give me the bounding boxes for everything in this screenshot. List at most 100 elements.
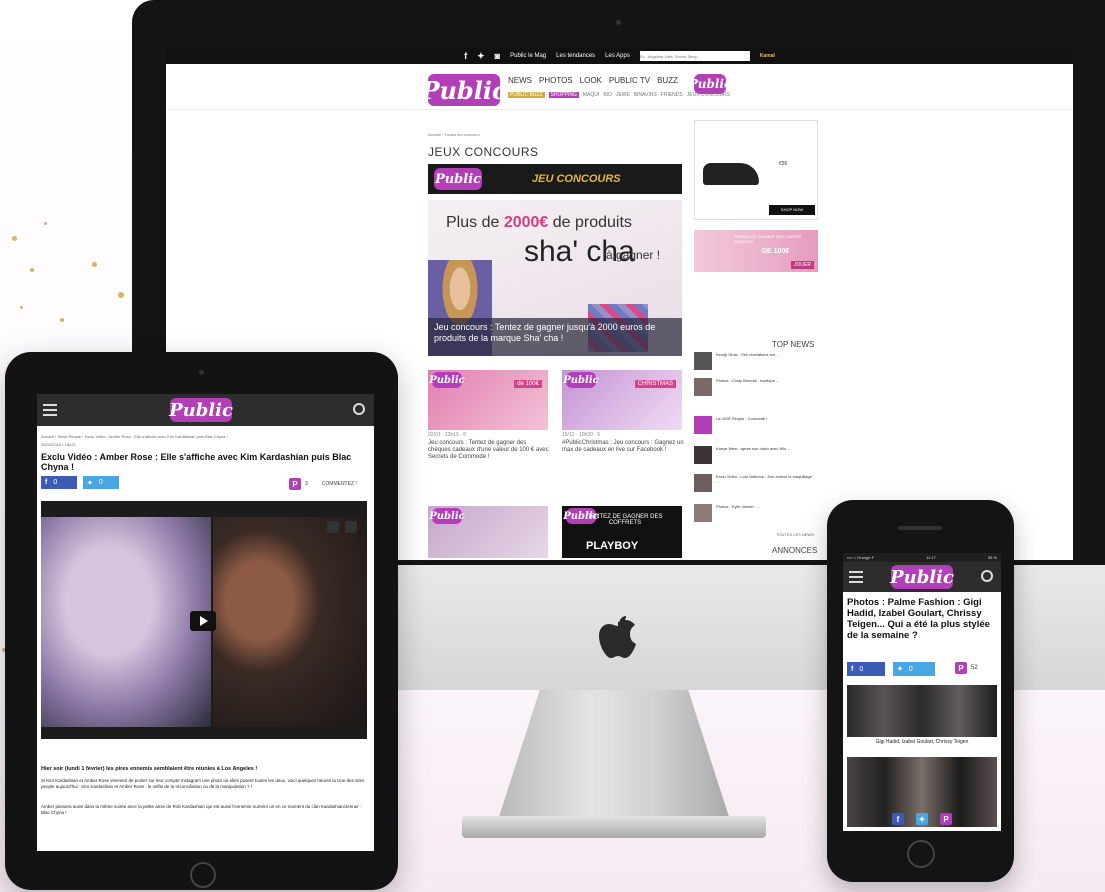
shop-now-button[interactable]: SHOP NOW xyxy=(769,205,815,215)
twitter-icon[interactable]: ✦ xyxy=(477,51,485,62)
subnav-item[interactable]: BINAVINS xyxy=(634,92,657,98)
topbar-link-mag[interactable]: Public le Mag xyxy=(510,53,546,59)
public-logo[interactable]: Public xyxy=(169,398,233,422)
top-news-item[interactable]: Kanye West : après son clash avec Wiz ..… xyxy=(694,446,818,468)
top-news-item[interactable]: Exclu Vidéo : Lolo Vallence : Eve enlève… xyxy=(694,474,818,496)
comments-link[interactable]: P 52 xyxy=(955,662,978,674)
contest-card-playboy[interactable]: Public TENTEZ DE GAGNER DES COFFRETS PLA… xyxy=(562,506,682,558)
top-news-text: Kendji Girac : Ses révélations sur ... xyxy=(716,352,780,357)
jeu-concours-banner[interactable]: Public JEU CONCOURS xyxy=(428,164,682,194)
hamburger-menu-icon[interactable] xyxy=(849,571,863,583)
desktop-search-input[interactable] xyxy=(639,51,750,61)
nav-item-photos[interactable]: PHOTOS xyxy=(539,76,573,85)
subnav-item-buzz[interactable]: PUBLIC BUZZ xyxy=(508,92,545,98)
desktop-header: Public NEWS PHOTOS LOOK PUBLIC TV BUZZ P… xyxy=(166,64,1073,110)
facebook-count: 0 xyxy=(53,479,58,486)
top-news-item[interactable]: Kendji Girac : Ses révélations sur ... xyxy=(694,352,818,374)
facebook-icon[interactable]: f xyxy=(464,51,467,61)
gift-card-ad[interactable]: TENTEZ DE GAGNER DES CARTES CADEAUX DE 1… xyxy=(694,230,818,272)
hero-tagline: à gagner ! xyxy=(606,248,661,262)
ipad-home-button[interactable] xyxy=(190,862,216,888)
public-p-icon[interactable]: P xyxy=(940,813,952,825)
gift-card-label: TENTEZ DE GAGNER DES CARTES CADEAUX xyxy=(734,234,802,244)
apple-logo-icon xyxy=(599,616,636,658)
all-news-link[interactable]: TOUTES LES NEWS xyxy=(776,532,814,537)
banner-text: JEU CONCOURS xyxy=(532,173,621,185)
topbar-promo[interactable]: Kamal xyxy=(760,53,775,59)
hamburger-menu-icon[interactable] xyxy=(43,404,57,416)
playboy-heading: TENTEZ DE GAGNER DES COFFRETS xyxy=(587,514,663,526)
subnav-item[interactable]: MAQUI xyxy=(583,92,599,98)
comments-count: 3 xyxy=(305,481,308,487)
hero-amount: 2000€ xyxy=(503,214,549,231)
phone-screen: •••○○ Orange F 11:17 35 % Public Photos … xyxy=(843,553,1001,831)
gift-card-amount: DE 100€ xyxy=(762,248,790,255)
article-paragraph: Si Kim Kardashian et Amber Rose viennent… xyxy=(41,778,365,789)
video-player[interactable] xyxy=(41,501,367,739)
card-logo: Public xyxy=(429,372,465,388)
twitter-icon[interactable]: ✦ xyxy=(916,813,928,825)
twitter-icon: ✦ xyxy=(897,666,903,673)
contest-card-commode[interactable]: Public de 100€ xyxy=(428,370,548,430)
subnav-item-shopping[interactable]: SHOPPING xyxy=(548,92,579,98)
top-news-item[interactable]: La VIDÉ People : Corinaute ! xyxy=(694,416,818,438)
jouer-button[interactable]: JOUER xyxy=(791,261,814,269)
fullscreen-icon[interactable] xyxy=(327,521,339,533)
card-text[interactable]: #PublicChristmas : Jeu concours : Gagnez… xyxy=(562,440,684,454)
subnav-item[interactable]: JEWE xyxy=(616,92,630,98)
public-logo[interactable]: Public xyxy=(421,74,507,106)
carrier-text: •••○○ Orange F xyxy=(847,555,875,560)
battery-text: 35 % xyxy=(987,555,997,560)
card-meta: 15/12 · 10h30 · 6 xyxy=(562,432,601,438)
top-news-thumb xyxy=(694,352,712,370)
public-p-icon: P xyxy=(289,478,301,490)
search-icon[interactable] xyxy=(981,570,993,582)
instagram-icon[interactable]: ◙ xyxy=(495,51,500,61)
search-icon[interactable] xyxy=(353,403,365,415)
topbar-link-apps[interactable]: Les Apps xyxy=(605,53,630,59)
article-title: Exclu Vidéo : Amber Rose : Elle s'affich… xyxy=(41,452,352,472)
top-news-thumb xyxy=(694,474,712,492)
share-video-icon[interactable] xyxy=(345,521,357,533)
twitter-share-button[interactable]: ✦ 0 xyxy=(893,662,935,676)
subnav-item[interactable]: FRIENDS xyxy=(661,92,683,98)
comments-link[interactable]: P 3 COMMENTEZ ! xyxy=(289,478,357,490)
banner-logo: Public xyxy=(434,168,482,190)
top-news-text: La VIDÉ People : Corinaute ! xyxy=(716,416,768,421)
play-button-icon[interactable] xyxy=(190,611,216,631)
hero-caption: Jeu concours : Tentez de gagner jusqu'à … xyxy=(428,318,682,356)
card-logo: Public xyxy=(563,372,599,388)
card-text[interactable]: Jeu concours : Tentez de gagner des chèq… xyxy=(428,440,550,461)
facebook-icon[interactable]: f xyxy=(892,813,904,825)
decorative-dot xyxy=(118,292,124,298)
top-news-text: Kanye West : après son clash avec Wiz ..… xyxy=(716,446,791,451)
facebook-share-button[interactable]: f 0 xyxy=(41,476,77,489)
nav-item-public-tv[interactable]: PUBLIC TV xyxy=(609,76,650,85)
fashion-photo[interactable] xyxy=(847,685,997,737)
shacha-hero[interactable]: Plus de 2000€ de produits sha' cha à gag… xyxy=(428,200,682,356)
contest-card-dvd[interactable]: Public xyxy=(428,506,548,558)
top-news-item[interactable]: Photos : Cindy Bemdal : explique ... xyxy=(694,378,818,400)
top-news-item[interactable]: Photos : Kylie Jenner : ... xyxy=(694,504,818,526)
desktop-main-nav: NEWS PHOTOS LOOK PUBLIC TV BUZZ xyxy=(508,76,678,85)
breadcrumb: Accueil › Toutes les concours xyxy=(428,132,480,137)
public-look-logo[interactable]: Public xyxy=(689,74,731,94)
shoe-ad[interactable]: €55 SHOP NOW xyxy=(694,120,818,220)
twitter-share-button[interactable]: ✦ 0 xyxy=(83,476,119,489)
facebook-share-button[interactable]: f 0 xyxy=(847,662,885,676)
public-p-icon: P xyxy=(955,662,967,674)
social-share-bar: f ✦ P xyxy=(847,813,997,827)
desktop-top-bar: f ✦ ◙ Public le Mag Les tendances Les Ap… xyxy=(166,48,1073,64)
annonces-heading: ANNONCES xyxy=(772,546,818,555)
top-news-thumb xyxy=(694,504,712,522)
nav-item-buzz[interactable]: BUZZ xyxy=(657,76,678,85)
subnav-item[interactable]: BIO xyxy=(603,92,612,98)
public-logo[interactable]: Public xyxy=(890,565,954,589)
nav-item-news[interactable]: NEWS xyxy=(508,76,532,85)
decorative-dot xyxy=(30,268,34,272)
contest-card-christmas[interactable]: Public CHRISTMAS xyxy=(562,370,682,430)
status-bar: •••○○ Orange F 11:17 35 % xyxy=(843,553,1001,562)
nav-item-look[interactable]: LOOK xyxy=(580,76,602,85)
iphone-home-button[interactable] xyxy=(907,840,935,868)
topbar-link-tendances[interactable]: Les tendances xyxy=(556,53,595,59)
